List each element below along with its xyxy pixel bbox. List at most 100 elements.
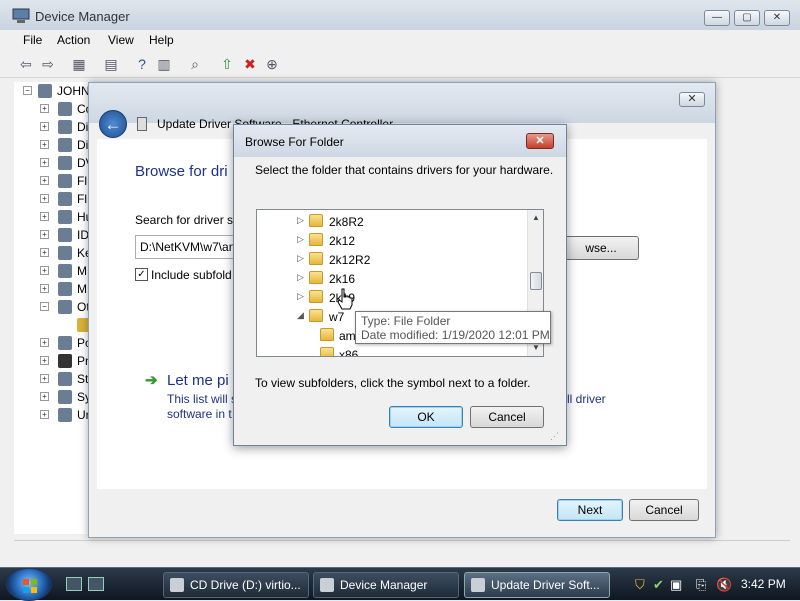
dvd-drive-icon xyxy=(58,156,72,170)
next-button[interactable]: Next xyxy=(557,499,623,521)
tree-item[interactable]: + Ke xyxy=(14,244,92,262)
tree-item[interactable]: + Di xyxy=(14,136,88,154)
tree-item[interactable]: + Pr xyxy=(14,352,89,370)
scroll-up-icon[interactable]: ▲ xyxy=(530,212,542,224)
start-button[interactable] xyxy=(6,568,52,601)
browse-button[interactable]: wse... xyxy=(563,236,639,260)
security-shield-icon[interactable]: ⛉ xyxy=(635,577,645,593)
tree-item[interactable]: + Sy xyxy=(14,388,91,406)
taskbar-item-device-manager[interactable]: Device Manager xyxy=(313,572,459,598)
expand-icon[interactable]: + xyxy=(40,158,49,167)
menu-help[interactable]: Help xyxy=(149,33,174,47)
taskbar-item-update-driver[interactable]: Update Driver Soft... xyxy=(464,572,610,598)
tree-item[interactable]: + Po xyxy=(14,334,92,352)
action-center-icon[interactable]: ✔ xyxy=(653,577,664,593)
menu-view[interactable]: View xyxy=(108,33,134,47)
expand-triangle-icon[interactable]: ▷ xyxy=(297,215,304,226)
folder-item[interactable]: ▷ 2k8R2 xyxy=(257,212,537,231)
tree-item[interactable]: + DV xyxy=(14,154,94,172)
folder-item[interactable]: ▷ 2k16 xyxy=(257,269,537,288)
tree-item[interactable]: + Fl xyxy=(14,172,88,190)
port-icon xyxy=(58,336,72,350)
tree-item[interactable]: − Ot xyxy=(14,298,90,316)
scan-hardware-icon[interactable]: ⌕ xyxy=(186,55,204,73)
enable-device-icon[interactable]: ⊕ xyxy=(263,55,281,73)
view-icon[interactable]: ▥ xyxy=(155,55,173,73)
wizard-close-button[interactable]: ✕ xyxy=(679,92,705,107)
computer-icon xyxy=(58,102,72,116)
folder-icon xyxy=(320,347,334,356)
expand-icon[interactable]: + xyxy=(40,230,49,239)
show-desktop-icon[interactable] xyxy=(66,577,82,591)
expand-icon[interactable]: + xyxy=(40,104,49,113)
dialog-close-button[interactable]: ✕ xyxy=(526,133,554,149)
tree-item[interactable]: + ID xyxy=(14,226,89,244)
folder-item[interactable]: ▷ 2k12R2 xyxy=(257,250,537,269)
tree-item[interactable]: + Di xyxy=(14,118,88,136)
expand-icon[interactable]: + xyxy=(40,140,49,149)
folder-item[interactable]: ▷2k19 xyxy=(257,288,537,307)
maximize-button[interactable]: ▢ xyxy=(734,10,760,26)
tree-item[interactable] xyxy=(14,316,91,334)
device-manager-titlebar[interactable]: Device Manager — ▢ ✕ xyxy=(0,0,800,30)
expand-icon[interactable]: + xyxy=(40,410,49,419)
expand-triangle-icon[interactable]: ▷ xyxy=(297,234,304,245)
expand-icon[interactable]: + xyxy=(40,212,49,221)
expand-triangle-icon[interactable]: ▷ xyxy=(297,253,304,264)
tree-item[interactable]: + Fl xyxy=(14,190,88,208)
collapse-icon[interactable]: − xyxy=(40,302,49,311)
folder-item[interactable]: x86 xyxy=(257,345,537,356)
clock[interactable]: 3:42 PM xyxy=(741,577,786,591)
help-icon[interactable]: ? xyxy=(133,55,151,73)
properties-icon[interactable]: ▤ xyxy=(102,55,120,73)
tree-item[interactable]: + St xyxy=(14,370,88,388)
tray-window-icon[interactable]: ▣ xyxy=(670,577,682,593)
monitor-icon xyxy=(58,282,72,296)
let-me-pick-link[interactable]: Let me pi xyxy=(167,372,229,389)
resize-grip-icon[interactable]: ⋰ xyxy=(550,431,562,443)
network-icon[interactable]: ⎘ xyxy=(696,577,706,593)
back-arrow-icon[interactable]: ⇦ xyxy=(17,55,35,73)
include-subfolders-checkbox[interactable]: ✓ xyxy=(135,268,148,281)
tree-item[interactable]: + Co xyxy=(14,100,92,118)
tree-item[interactable]: + Hu xyxy=(14,208,92,226)
forward-arrow-icon[interactable]: ⇨ xyxy=(39,55,57,73)
volume-muted-icon[interactable]: 🔇 xyxy=(716,577,732,593)
collapse-icon[interactable]: − xyxy=(23,86,32,95)
console-tree-icon[interactable]: ▦ xyxy=(70,55,88,73)
tree-item[interactable]: + M xyxy=(14,262,88,280)
expand-icon[interactable]: + xyxy=(40,122,49,131)
wizard-cancel-button[interactable]: Cancel xyxy=(629,499,699,521)
taskbar: CD Drive (D:) virtio... Device Manager U… xyxy=(0,567,800,601)
close-button[interactable]: ✕ xyxy=(764,10,790,26)
scroll-thumb[interactable] xyxy=(530,272,542,290)
ok-button[interactable]: OK xyxy=(389,406,463,428)
expand-icon[interactable]: + xyxy=(40,338,49,347)
expand-icon[interactable]: + xyxy=(40,356,49,365)
expand-icon[interactable]: + xyxy=(40,176,49,185)
expand-icon[interactable]: + xyxy=(40,266,49,275)
dialog-cancel-button[interactable]: Cancel xyxy=(470,406,544,428)
update-driver-icon[interactable]: ⇧ xyxy=(218,55,236,73)
menu-file[interactable]: File xyxy=(23,33,42,47)
expand-triangle-icon[interactable]: ▷ xyxy=(297,291,304,302)
back-button[interactable]: ← xyxy=(99,110,127,138)
expand-icon[interactable]: + xyxy=(40,374,49,383)
tree-item[interactable]: + Ur xyxy=(14,406,90,424)
folder-item[interactable]: ▷ 2k12 xyxy=(257,231,537,250)
collapse-triangle-icon[interactable]: ◢ xyxy=(297,310,304,321)
tree-item[interactable]: + M xyxy=(14,280,88,298)
tree-root[interactable]: − JOHN xyxy=(14,82,90,100)
menu-action[interactable]: Action xyxy=(57,33,90,47)
toolbar: ⇦ ⇨ ▦ ▤ ? ▥ ⌕ ⇧ ✖ ⊕ xyxy=(0,50,800,78)
switch-windows-icon[interactable] xyxy=(88,577,104,591)
expand-icon[interactable]: + xyxy=(40,392,49,401)
computer-icon xyxy=(38,84,52,98)
taskbar-item-cd-drive[interactable]: CD Drive (D:) virtio... xyxy=(163,572,309,598)
uninstall-icon[interactable]: ✖ xyxy=(241,55,259,73)
minimize-button[interactable]: — xyxy=(704,10,730,26)
expand-icon[interactable]: + xyxy=(40,248,49,257)
expand-icon[interactable]: + xyxy=(40,284,49,293)
expand-triangle-icon[interactable]: ▷ xyxy=(297,272,304,283)
expand-icon[interactable]: + xyxy=(40,194,49,203)
